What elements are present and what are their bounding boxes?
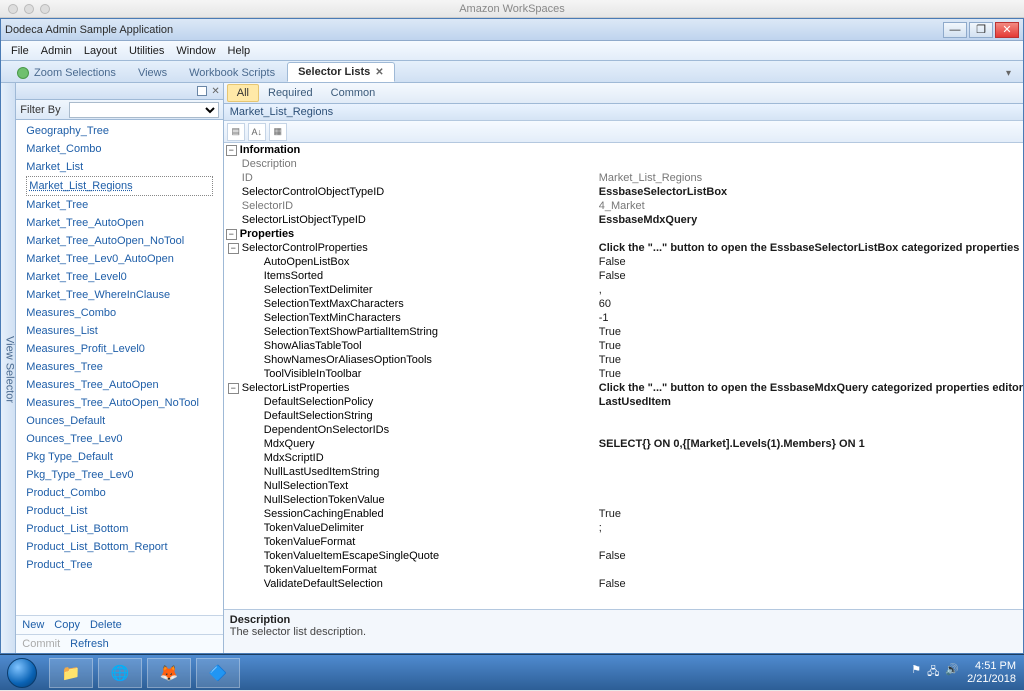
sidebar-item[interactable]: Pkg_Type_Tree_Lev0	[26, 466, 212, 484]
sidebar-item[interactable]: Pkg Type_Default	[26, 448, 212, 466]
tabs-menu-icon[interactable]: ▾	[1000, 65, 1017, 82]
new-button[interactable]: New	[22, 619, 44, 631]
sidebar-item[interactable]: Market_Tree	[26, 196, 212, 214]
tab-selector-lists[interactable]: Selector Lists✕	[287, 62, 395, 82]
sidebar-item[interactable]: Market_Tree_AutoOpen	[26, 214, 212, 232]
mac-close[interactable]	[8, 4, 18, 14]
outer-titlebar: Amazon WorkSpaces	[0, 0, 1024, 18]
refresh-button[interactable]: Refresh	[70, 638, 109, 650]
pin-icon[interactable]	[197, 86, 207, 96]
sidebar-item[interactable]: Measures_List	[26, 322, 212, 340]
menu-window[interactable]: Window	[170, 45, 221, 57]
sidebar-item[interactable]: Measures_Combo	[26, 304, 212, 322]
maximize-button[interactable]: ❐	[969, 22, 993, 38]
mac-zoom[interactable]	[40, 4, 50, 14]
sidebar-item[interactable]: Market_Combo	[26, 140, 212, 158]
sidebar-item[interactable]: Ounces_Default	[26, 412, 212, 430]
sidebar-item[interactable]: Product_List_Bottom	[26, 520, 212, 538]
tab-zoom-selections[interactable]: Zoom Selections	[7, 64, 126, 82]
minimize-button[interactable]: —	[943, 22, 967, 38]
tab-workbook-scripts[interactable]: Workbook Scripts	[179, 64, 285, 82]
sidebar-item[interactable]: Product_Combo	[26, 484, 212, 502]
sidebar-item[interactable]: Market_Tree_Lev0_AutoOpen	[26, 250, 212, 268]
close-button[interactable]: ✕	[995, 22, 1019, 38]
description-pane: Description The selector list descriptio…	[224, 609, 1023, 653]
taskbar-app[interactable]: 🔷	[196, 658, 240, 688]
scope-required[interactable]: Required	[259, 85, 322, 101]
sidebar-item[interactable]: Ounces_Tree_Lev0	[26, 430, 212, 448]
menu-utilities[interactable]: Utilities	[123, 45, 170, 57]
selector-list[interactable]: Geography_TreeMarket_ComboMarket_ListMar…	[16, 120, 222, 615]
description-title: Description	[230, 614, 1017, 626]
menu-admin[interactable]: Admin	[35, 45, 78, 57]
property-grid[interactable]: −InformationDescriptionIDMarket_List_Reg…	[224, 143, 1023, 609]
categorized-icon[interactable]: ▤	[227, 123, 245, 141]
scope-all[interactable]: All	[227, 84, 259, 102]
outer-title: Amazon WorkSpaces	[0, 3, 1024, 15]
taskbar: 📁 🌐 🦊 🔷 ⚑ 🖧 🔊 4:51 PM 2/21/2018	[0, 654, 1024, 690]
menubar: File Admin Layout Utilities Window Help	[1, 41, 1023, 61]
copy-button[interactable]: Copy	[54, 619, 80, 631]
sidebar: ✕ Filter By Geography_TreeMarket_ComboMa…	[16, 83, 223, 653]
close-icon[interactable]: ✕	[375, 67, 383, 78]
app-titlebar: Dodeca Admin Sample Application — ❐ ✕	[1, 19, 1023, 41]
tab-views[interactable]: Views	[128, 64, 177, 82]
sidebar-item[interactable]: Geography_Tree	[26, 122, 212, 140]
menu-file[interactable]: File	[5, 45, 35, 57]
sidebar-item[interactable]: Measures_Tree	[26, 358, 212, 376]
sidebar-item[interactable]: Product_Tree	[26, 556, 212, 574]
taskbar-firefox[interactable]: 🦊	[147, 658, 191, 688]
mac-minimize[interactable]	[24, 4, 34, 14]
sidebar-item[interactable]: Market_Tree_Level0	[26, 268, 212, 286]
app-title: Dodeca Admin Sample Application	[5, 24, 173, 36]
windows-icon	[7, 658, 37, 688]
filter-select[interactable]	[69, 102, 219, 118]
check-icon	[17, 67, 29, 79]
sidebar-item[interactable]: Product_List_Bottom_Report	[26, 538, 212, 556]
sidebar-item[interactable]: Market_Tree_WhereInClause	[26, 286, 212, 304]
taskbar-explorer[interactable]: 📁	[49, 658, 93, 688]
delete-button[interactable]: Delete	[90, 619, 122, 631]
view-selector-strip[interactable]: View Selector	[1, 83, 16, 653]
document-tabs: Zoom Selections Views Workbook Scripts S…	[1, 61, 1023, 83]
filter-label: Filter By	[16, 104, 64, 116]
taskbar-ie[interactable]: 🌐	[98, 658, 142, 688]
sidebar-item[interactable]: Measures_Tree_AutoOpen_NoTool	[26, 394, 212, 412]
close-icon[interactable]: ✕	[211, 86, 219, 97]
tray-sound-icon[interactable]: 🔊	[945, 663, 959, 682]
clock[interactable]: 4:51 PM 2/21/2018	[967, 660, 1016, 685]
tray-network-icon[interactable]: 🖧	[927, 663, 939, 682]
sidebar-item[interactable]: Measures_Profit_Level0	[26, 340, 212, 358]
sidebar-item[interactable]: Market_List_Regions	[26, 176, 212, 196]
sidebar-item[interactable]: Product_List	[26, 502, 212, 520]
breadcrumb: Market_List_Regions	[224, 104, 1023, 121]
alphabetical-icon[interactable]: A↓	[248, 123, 266, 141]
start-button[interactable]	[0, 655, 44, 691]
menu-layout[interactable]: Layout	[78, 45, 123, 57]
sidebar-item[interactable]: Market_List	[26, 158, 212, 176]
sidebar-item[interactable]: Market_Tree_AutoOpen_NoTool	[26, 232, 212, 250]
commit-button: Commit	[22, 638, 60, 650]
description-text: The selector list description.	[230, 626, 1017, 638]
main-panel: All Required Common Market_List_Regions …	[224, 83, 1023, 653]
tray-flag-icon[interactable]: ⚑	[911, 663, 921, 682]
sidebar-item[interactable]: Measures_Tree_AutoOpen	[26, 376, 212, 394]
menu-help[interactable]: Help	[222, 45, 257, 57]
scope-common[interactable]: Common	[322, 85, 385, 101]
property-pages-icon[interactable]: ▦	[269, 123, 287, 141]
